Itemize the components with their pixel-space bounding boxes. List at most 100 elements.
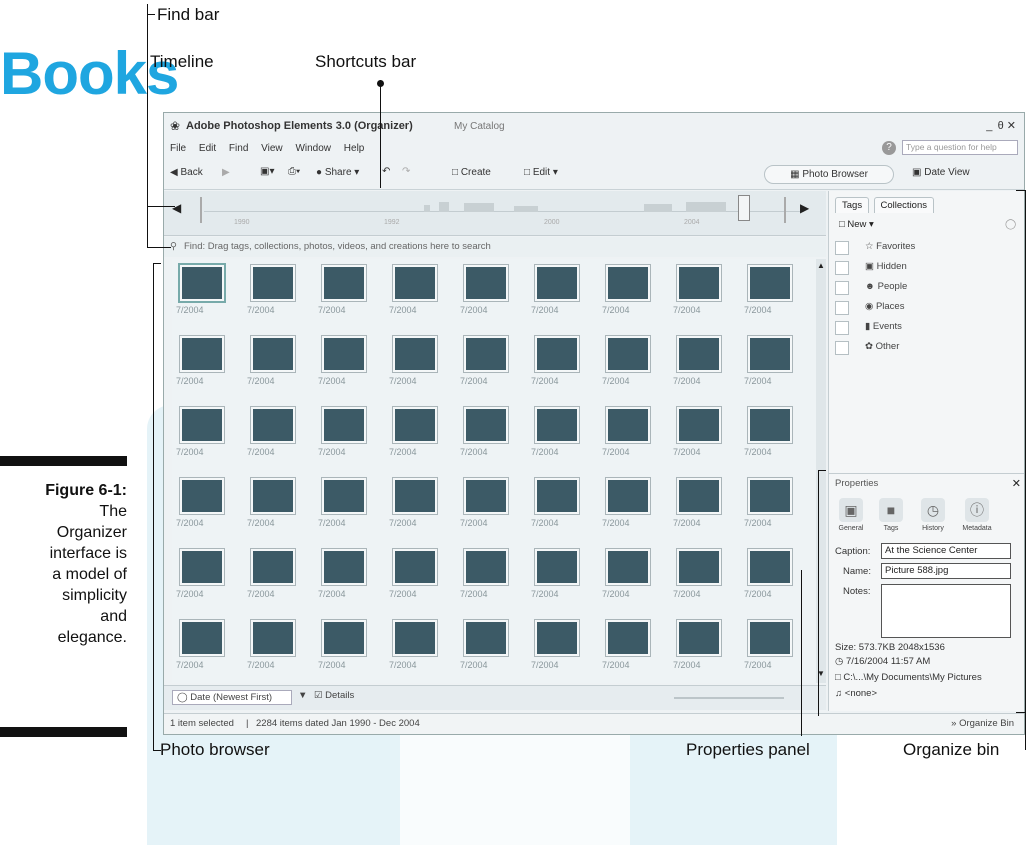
photo-thumbnail[interactable]: 7/2004 bbox=[740, 330, 810, 400]
photo-thumbnail[interactable]: 7/2004 bbox=[243, 401, 313, 471]
timeline-marker[interactable] bbox=[738, 195, 750, 221]
photo-thumbnail[interactable]: 7/2004 bbox=[456, 472, 526, 542]
tag-favorites[interactable]: ☆ Favorites bbox=[835, 239, 1015, 257]
back-button[interactable]: ◀ Back bbox=[170, 167, 203, 178]
tab-general[interactable]: ▣ General bbox=[831, 498, 871, 532]
tag-events[interactable]: ▮ Events bbox=[835, 319, 1015, 337]
photo-thumbnail[interactable]: 7/2004 bbox=[243, 259, 313, 329]
redo-icon[interactable]: ↷ bbox=[402, 166, 410, 177]
timeline-left-handle[interactable] bbox=[200, 197, 202, 223]
photo-thumbnail[interactable]: 7/2004 bbox=[669, 543, 739, 613]
photo-thumbnail[interactable]: 7/2004 bbox=[385, 259, 455, 329]
photo-thumbnail[interactable]: 7/2004 bbox=[385, 614, 455, 684]
name-field[interactable]: Picture 588.jpg bbox=[881, 563, 1011, 579]
help-icon[interactable]: ? bbox=[882, 141, 896, 155]
photo-thumbnail[interactable]: 7/2004 bbox=[314, 330, 384, 400]
photo-thumbnail[interactable]: 7/2004 bbox=[527, 401, 597, 471]
tab-history[interactable]: ◷ History bbox=[913, 498, 953, 532]
edit-button[interactable]: □ Edit ▾ bbox=[524, 167, 558, 178]
tag-hidden[interactable]: ▣ Hidden bbox=[835, 259, 1015, 277]
photo-thumbnail[interactable]: 7/2004 bbox=[456, 543, 526, 613]
menu-file[interactable]: File bbox=[170, 143, 186, 154]
photo-thumbnail[interactable]: 7/2004 bbox=[172, 614, 242, 684]
menu-window[interactable]: Window bbox=[295, 143, 331, 154]
photo-thumbnail[interactable]: 7/2004 bbox=[243, 614, 313, 684]
undo-icon[interactable]: ↶ bbox=[382, 166, 390, 177]
tab-collections[interactable]: Collections bbox=[873, 197, 934, 213]
photo-thumbnail[interactable]: 7/2004 bbox=[385, 401, 455, 471]
photo-thumbnail[interactable]: 7/2004 bbox=[172, 543, 242, 613]
photo-thumbnail[interactable]: 7/2004 bbox=[385, 543, 455, 613]
sort-dropdown[interactable]: ◯ Date (Newest First) bbox=[172, 690, 292, 705]
photo-thumbnail[interactable]: 7/2004 bbox=[598, 330, 668, 400]
timeline[interactable]: ◀ 1990 1992 2000 2004 ▶ bbox=[164, 191, 826, 236]
tab-tags-properties[interactable]: ■ Tags bbox=[871, 498, 911, 532]
photo-thumbnail[interactable]: 7/2004 bbox=[527, 330, 597, 400]
window-controls[interactable]: _ θ ✕ bbox=[986, 119, 1016, 132]
photo-browser-button[interactable]: ▦ Photo Browser bbox=[764, 165, 894, 184]
photo-thumbnail[interactable]: 7/2004 bbox=[527, 614, 597, 684]
notes-field[interactable] bbox=[881, 584, 1011, 638]
tag-people[interactable]: ☻ People bbox=[835, 279, 1015, 297]
thumbnail-size-slider[interactable] bbox=[674, 697, 784, 699]
camera-icon[interactable]: ▣▾ bbox=[260, 166, 274, 177]
date-view-button[interactable]: ▣ Date View bbox=[912, 167, 970, 178]
photo-thumbnail[interactable]: 7/2004 bbox=[669, 330, 739, 400]
photo-thumbnail[interactable]: 7/2004 bbox=[456, 259, 526, 329]
photo-thumbnail[interactable]: 7/2004 bbox=[314, 401, 384, 471]
photo-thumbnail[interactable]: 7/2004 bbox=[598, 472, 668, 542]
photo-thumbnail[interactable]: 7/2004 bbox=[172, 401, 242, 471]
photo-thumbnail[interactable]: 7/2004 bbox=[172, 330, 242, 400]
photo-thumbnail[interactable]: 7/2004 bbox=[456, 614, 526, 684]
photo-thumbnail[interactable]: 7/2004 bbox=[243, 543, 313, 613]
photo-thumbnail[interactable]: 7/2004 bbox=[598, 543, 668, 613]
photo-thumbnail[interactable]: 7/2004 bbox=[314, 472, 384, 542]
photo-thumbnail[interactable]: 7/2004 bbox=[669, 259, 739, 329]
photo-thumbnail[interactable]: 7/2004 bbox=[172, 472, 242, 542]
tag-other[interactable]: ✿ Other bbox=[835, 339, 1015, 357]
menu-find[interactable]: Find bbox=[229, 143, 248, 154]
tag-places[interactable]: ◉ Places bbox=[835, 299, 1015, 317]
photo-thumbnail[interactable]: 7/2004 bbox=[527, 543, 597, 613]
photo-thumbnail[interactable]: 7/2004 bbox=[740, 543, 810, 613]
photo-thumbnail[interactable]: 7/2004 bbox=[669, 614, 739, 684]
lightbulb-icon[interactable]: ◯ bbox=[1005, 219, 1016, 230]
photo-thumbnail[interactable]: 7/2004 bbox=[598, 401, 668, 471]
menu-view[interactable]: View bbox=[261, 143, 283, 154]
photo-thumbnail[interactable]: 7/2004 bbox=[385, 472, 455, 542]
photo-thumbnail[interactable]: 7/2004 bbox=[598, 259, 668, 329]
photo-thumbnail[interactable]: 7/2004 bbox=[243, 330, 313, 400]
photo-thumbnail[interactable]: 7/2004 bbox=[314, 259, 384, 329]
tab-metadata[interactable]: ⓘ Metadata bbox=[957, 498, 997, 532]
share-button[interactable]: ● Share ▾ bbox=[316, 167, 359, 178]
photo-thumbnail[interactable]: 7/2004 bbox=[456, 330, 526, 400]
forward-arrow-icon[interactable]: ▶ bbox=[222, 167, 230, 178]
timeline-right-handle[interactable] bbox=[784, 197, 786, 223]
menu-edit[interactable]: Edit bbox=[199, 143, 216, 154]
close-icon[interactable]: ✕ bbox=[1012, 477, 1021, 490]
photo-thumbnail[interactable]: 7/2004 bbox=[740, 259, 810, 329]
photo-thumbnail[interactable]: 7/2004 bbox=[740, 472, 810, 542]
photo-thumbnail[interactable]: 7/2004 bbox=[598, 614, 668, 684]
find-bar[interactable]: ⚲ Find: Drag tags, collections, photos, … bbox=[164, 237, 826, 257]
details-checkbox[interactable]: ☑ Details bbox=[314, 690, 354, 701]
photo-thumbnail[interactable]: 7/2004 bbox=[669, 401, 739, 471]
photo-thumbnail[interactable]: 7/2004 bbox=[314, 614, 384, 684]
photo-thumbnail[interactable]: 7/2004 bbox=[740, 401, 810, 471]
photo-thumbnail[interactable]: 7/2004 bbox=[314, 543, 384, 613]
photo-thumbnail[interactable]: 7/2004 bbox=[527, 259, 597, 329]
organize-bin-toggle[interactable]: » Organize Bin bbox=[951, 718, 1014, 729]
create-button[interactable]: □ Create bbox=[452, 167, 491, 178]
menu-help[interactable]: Help bbox=[344, 143, 365, 154]
photo-thumbnail[interactable]: 7/2004 bbox=[669, 472, 739, 542]
photo-thumbnail[interactable]: 7/2004 bbox=[456, 401, 526, 471]
photo-thumbnail[interactable]: 7/2004 bbox=[243, 472, 313, 542]
timeline-left-arrow-icon[interactable]: ◀ bbox=[172, 201, 181, 215]
photo-thumbnail[interactable]: 7/2004 bbox=[385, 330, 455, 400]
scroll-up-icon[interactable]: ▲ bbox=[817, 261, 825, 270]
photo-thumbnail[interactable]: 7/2004 bbox=[172, 259, 242, 329]
sort-chevron-down-icon[interactable]: ▼ bbox=[298, 690, 307, 701]
timeline-right-arrow-icon[interactable]: ▶ bbox=[800, 201, 809, 215]
tab-tags[interactable]: Tags bbox=[835, 197, 870, 213]
new-tag-button[interactable]: □ New ▾ bbox=[839, 219, 874, 230]
